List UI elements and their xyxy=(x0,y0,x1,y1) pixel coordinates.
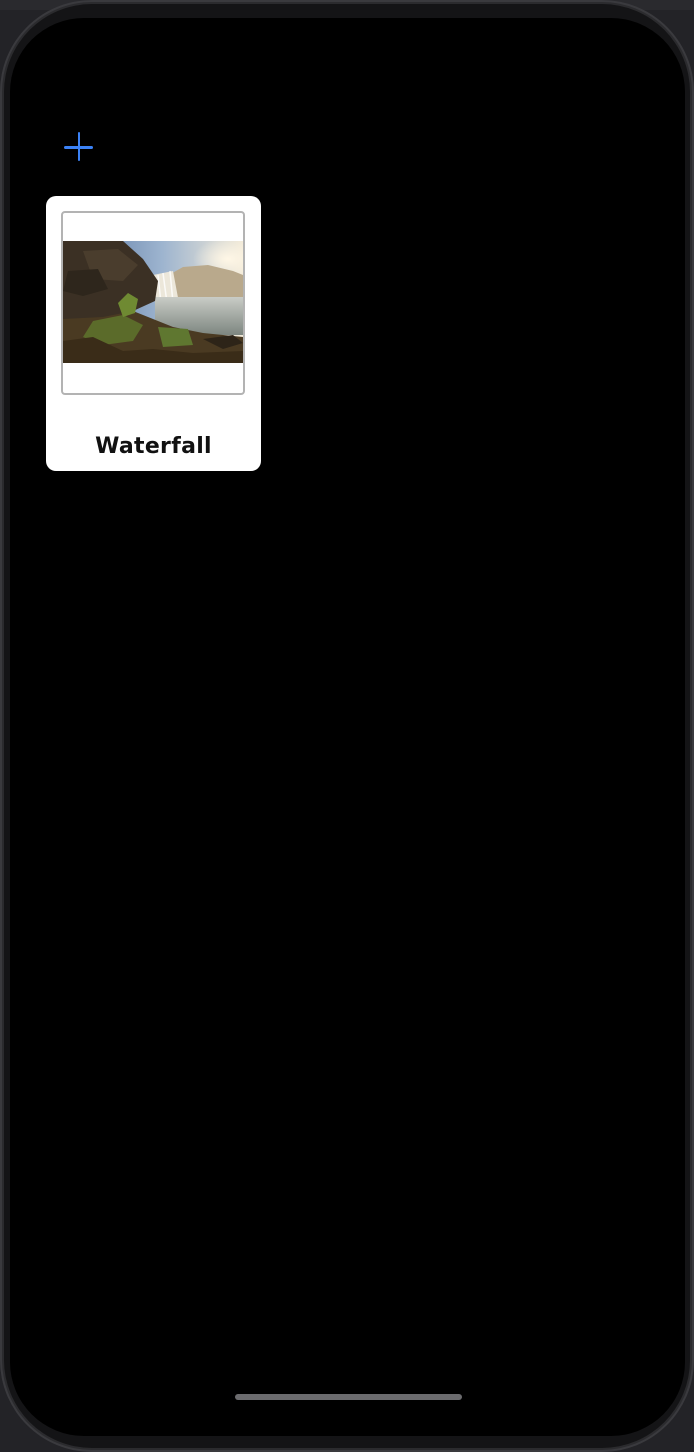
waterfall-photo xyxy=(63,241,243,363)
add-button[interactable] xyxy=(62,130,96,164)
album-title: Waterfall xyxy=(95,434,212,459)
app-screen: Waterfall xyxy=(10,18,685,1436)
album-thumbnail-frame xyxy=(61,211,245,395)
home-indicator[interactable] xyxy=(235,1394,462,1400)
album-card[interactable]: Waterfall xyxy=(46,196,261,471)
